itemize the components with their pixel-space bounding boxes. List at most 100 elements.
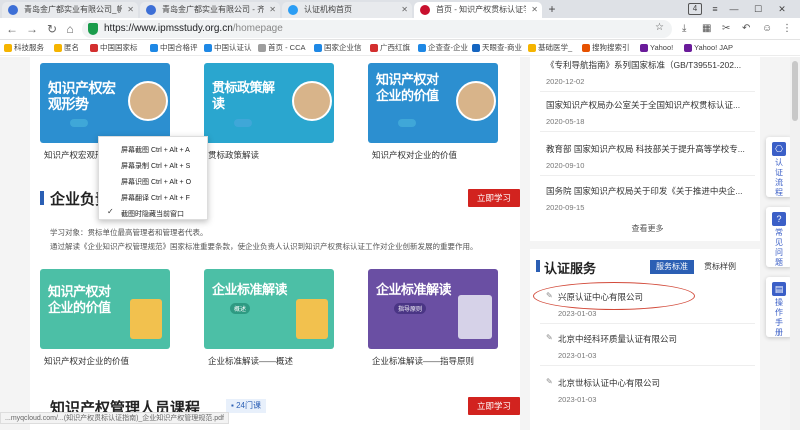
lecturer-photo: [128, 81, 168, 121]
menu-item-hide-window[interactable]: 截图时隐藏当前窗口: [121, 209, 184, 219]
bookmark-item[interactable]: 中国国家标: [90, 40, 138, 56]
bookmark-item[interactable]: 匿名: [54, 40, 79, 56]
browser-tab-3[interactable]: 认证机构首页 ✕: [282, 2, 412, 18]
start-learning-button[interactable]: 立即学习: [468, 189, 520, 207]
bookmark-item[interactable]: 中国合格评: [150, 40, 198, 56]
course-thumbnail[interactable]: 知识产权对企业的价值: [40, 269, 170, 349]
bookmark-item[interactable]: 基础医学_: [528, 40, 572, 56]
bookmark-item[interactable]: 首页 - CCA: [258, 40, 306, 56]
bookmark-favicon: [528, 44, 536, 52]
bookmark-favicon: [418, 44, 426, 52]
browser-tab-4-active[interactable]: 首页 - 知识产权贯标认证学习 ✕: [414, 2, 542, 18]
address-bar[interactable]: https://www.ipmsstudy.org.cn/homepage ☆: [82, 20, 672, 38]
back-arrow-icon[interactable]: ←: [4, 21, 20, 37]
float-btn-faq[interactable]: ? 常见问题: [766, 207, 792, 267]
bookmark-favicon: [582, 44, 590, 52]
float-btn-manual[interactable]: ▤ 操作手册: [766, 277, 792, 337]
page-viewport: 知识产权宏观形势 贯标政策解读 知识产权对企业的价值 知识产权宏观形势 贯标政策…: [0, 57, 800, 430]
reload-icon[interactable]: ↻: [44, 21, 60, 37]
status-bar-url: ...myqcloud.com/...(知识产权贯标认证指南)_企业知识产权管理…: [0, 412, 229, 424]
tab-favicon: [146, 5, 156, 15]
illustration: [130, 299, 162, 339]
scrollbar-thumb[interactable]: [792, 61, 798, 121]
cert-org-item[interactable]: 北京世标认证中心有限公司: [558, 377, 660, 389]
link-icon: ✎: [546, 333, 553, 342]
news-item[interactable]: 《专利导航指南》系列国家标准（GB/T39551-202...: [546, 59, 751, 71]
menu-item-record[interactable]: 屏幕录制 Ctrl + Alt + S: [121, 161, 190, 171]
main-content: 知识产权宏观形势 贯标政策解读 知识产权对企业的价值 知识产权宏观形势 贯标政策…: [30, 57, 520, 430]
news-item[interactable]: 教育部 国家知识产权局 科技部关于提升高等学校专...: [546, 143, 751, 155]
minimize-icon[interactable]: —: [726, 1, 742, 17]
manual-icon: ▤: [772, 282, 786, 296]
cert-date: 2023-01-03: [558, 351, 597, 360]
browser-tab-2[interactable]: 青岛金广都实业有限公司 - 齐 ✕: [140, 2, 280, 18]
course-thumbnail[interactable]: 知识产权对企业的价值: [368, 63, 498, 143]
page-scrollbar[interactable]: [790, 57, 800, 430]
close-window-icon[interactable]: ✕: [774, 1, 790, 17]
bookmark-item[interactable]: 广西红旗: [370, 40, 410, 56]
course-thumbnail[interactable]: 贯标政策解读: [204, 63, 334, 143]
tab-sample[interactable]: 贯标样例: [698, 260, 742, 274]
bookmark-item[interactable]: 搜狗搜索引: [582, 40, 630, 56]
tab-service-standard[interactable]: 服务标准: [650, 260, 694, 274]
tab-favicon: [288, 5, 298, 15]
course-thumbnail[interactable]: 企业标准解读 指导原则: [368, 269, 498, 349]
menu-item-screenshot[interactable]: 屏幕截图 Ctrl + Alt + A: [121, 145, 190, 155]
menu-item-translate[interactable]: 屏幕翻译 Ctrl + Alt + F: [121, 193, 190, 203]
float-btn-cert-flow[interactable]: ⎔ 认证流程: [766, 137, 792, 197]
url-text[interactable]: https://www.ipmsstudy.org.cn/homepage: [104, 20, 283, 38]
course-caption[interactable]: 知识产权对企业的价值: [372, 149, 457, 161]
tab-count-button[interactable]: 4: [688, 3, 702, 15]
news-item[interactable]: 国务院 国家知识产权局关于印发《关于推进中央企...: [546, 185, 751, 197]
course-caption[interactable]: 知识产权对企业的价值: [44, 355, 129, 367]
view-more-link[interactable]: 查看更多: [540, 223, 755, 234]
menu-item-ocr[interactable]: 屏幕识图 Ctrl + Alt + O: [121, 177, 191, 187]
bookmark-item[interactable]: 中国认证认: [204, 40, 252, 56]
history-icon[interactable]: ↶: [742, 21, 750, 37]
cert-date: 2023-01-03: [558, 309, 597, 318]
maximize-icon[interactable]: ☐: [750, 1, 766, 17]
address-toolbar: ← → ↻ ⌂ https://www.ipmsstudy.org.cn/hom…: [0, 18, 800, 40]
bookmark-item[interactable]: 国家企业信: [314, 40, 362, 56]
more-menu-icon[interactable]: ⋮: [782, 21, 792, 37]
tab-favicon: [8, 5, 18, 15]
bookmark-item[interactable]: 企查查-企业: [418, 40, 468, 56]
grid-apps-icon[interactable]: ▦: [702, 21, 711, 37]
close-icon[interactable]: ✕: [531, 2, 538, 18]
menu-icon[interactable]: ≡: [708, 1, 722, 17]
close-icon[interactable]: ✕: [127, 2, 134, 18]
account-icon[interactable]: ☺: [762, 21, 772, 37]
bookmark-favicon: [370, 44, 378, 52]
bookmark-favicon: [314, 44, 322, 52]
illustration: [296, 299, 328, 339]
bookmark-item[interactable]: Yahoo! JAP: [684, 40, 733, 56]
course-thumbnail[interactable]: 企业标准解读 概述: [204, 269, 334, 349]
course-caption[interactable]: 企业标准解读——指导原则: [372, 355, 474, 367]
start-learning-button-2[interactable]: 立即学习: [468, 397, 520, 415]
tab-favicon: [420, 5, 430, 15]
forward-arrow-icon[interactable]: →: [24, 21, 40, 37]
home-icon[interactable]: ⌂: [62, 21, 78, 37]
course-caption[interactable]: 企业标准解读——概述: [208, 355, 293, 367]
download-icon[interactable]: ⤓: [682, 21, 686, 37]
bookmark-item[interactable]: 科技服务: [4, 40, 44, 56]
link-icon: ✎: [546, 377, 553, 386]
course-thumbnail[interactable]: 知识产权宏观形势: [40, 63, 170, 143]
cert-org-item[interactable]: 北京中经科环质量认证有限公司: [558, 333, 677, 345]
new-tab-button[interactable]: +: [545, 2, 559, 16]
highlight-annotation-oval: [533, 282, 695, 310]
lecturer-photo: [292, 81, 332, 121]
news-item[interactable]: 国家知识产权局办公室关于全国知识产权贯标认证...: [546, 99, 751, 111]
close-icon[interactable]: ✕: [401, 2, 408, 18]
bookmark-item[interactable]: 天眼查-商业: [472, 40, 522, 56]
course-caption[interactable]: 贯标政策解读: [208, 149, 259, 161]
news-date: 2020-05-18: [546, 117, 585, 126]
bookmark-favicon: [472, 44, 480, 52]
question-icon: ?: [772, 212, 786, 226]
bookmark-favicon: [640, 44, 648, 52]
extension-icon[interactable]: ✂: [722, 21, 730, 37]
browser-tab-1[interactable]: 青岛金广都实业有限公司_帆 ✕: [2, 2, 138, 18]
bookmark-star-icon[interactable]: ☆: [655, 22, 664, 33]
bookmark-item[interactable]: Yahoo!: [640, 40, 673, 56]
close-icon[interactable]: ✕: [269, 2, 276, 18]
